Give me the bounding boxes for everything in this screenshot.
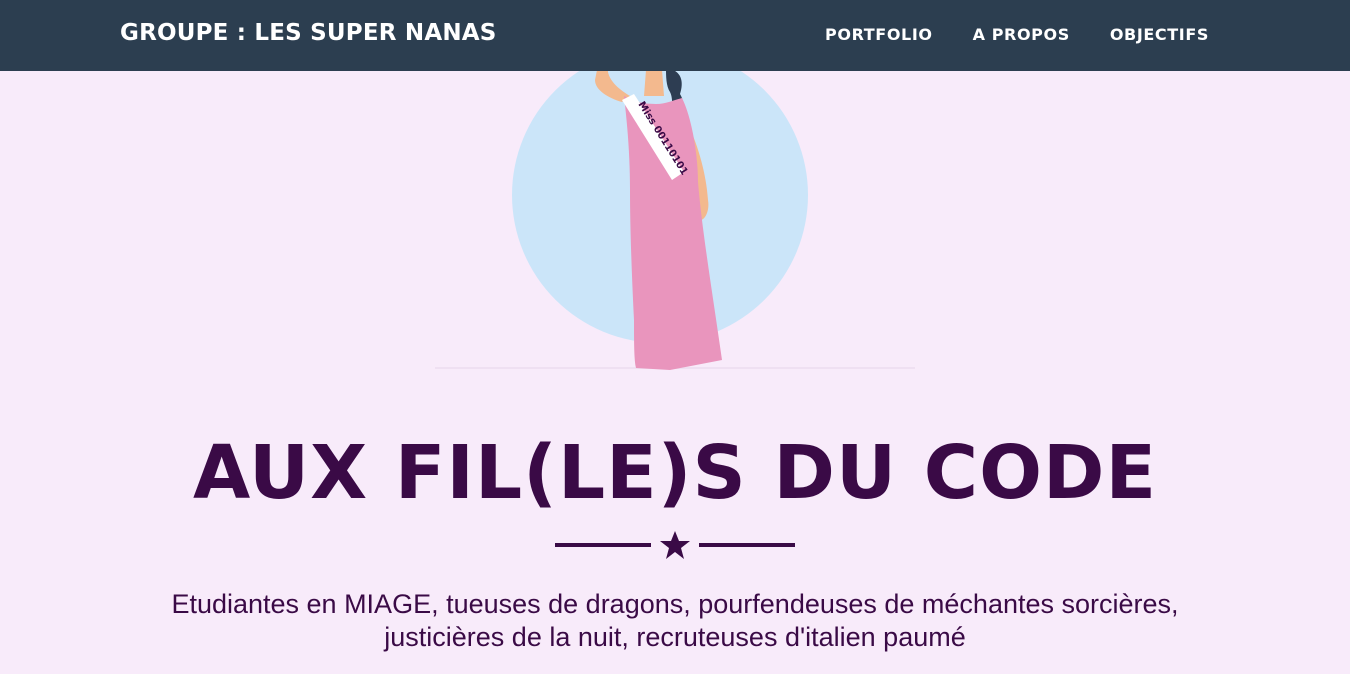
top-navbar: GROUPE : LES SUPER NANAS PORTFOLIO A PRO…: [0, 0, 1350, 71]
nav-link-a-propos[interactable]: A PROPOS: [973, 25, 1070, 44]
divider-line-right: [699, 543, 795, 547]
brand-link[interactable]: GROUPE : LES SUPER NANAS: [120, 20, 497, 46]
subheading-line-2: justicières de la nuit, recruteuses d'it…: [384, 622, 966, 652]
star-icon: [660, 531, 690, 559]
nav-links: PORTFOLIO A PROPOS OBJECTIFS: [825, 25, 1209, 44]
nav-link-objectifs[interactable]: OBJECTIFS: [1110, 25, 1209, 44]
neck: [644, 70, 664, 96]
nav-link-portfolio[interactable]: PORTFOLIO: [825, 25, 933, 44]
subheading-line-1: Etudiantes en MIAGE, tueuses de dragons,…: [171, 589, 1179, 619]
masthead-subheading: Etudiantes en MIAGE, tueuses de dragons,…: [100, 588, 1250, 654]
masthead-heading: AUX FIL(LE)S DU CODE: [192, 430, 1157, 516]
divider-line-left: [555, 543, 651, 547]
hero-illustration: Miss 00110101: [435, 60, 915, 370]
star-divider: [555, 528, 795, 562]
